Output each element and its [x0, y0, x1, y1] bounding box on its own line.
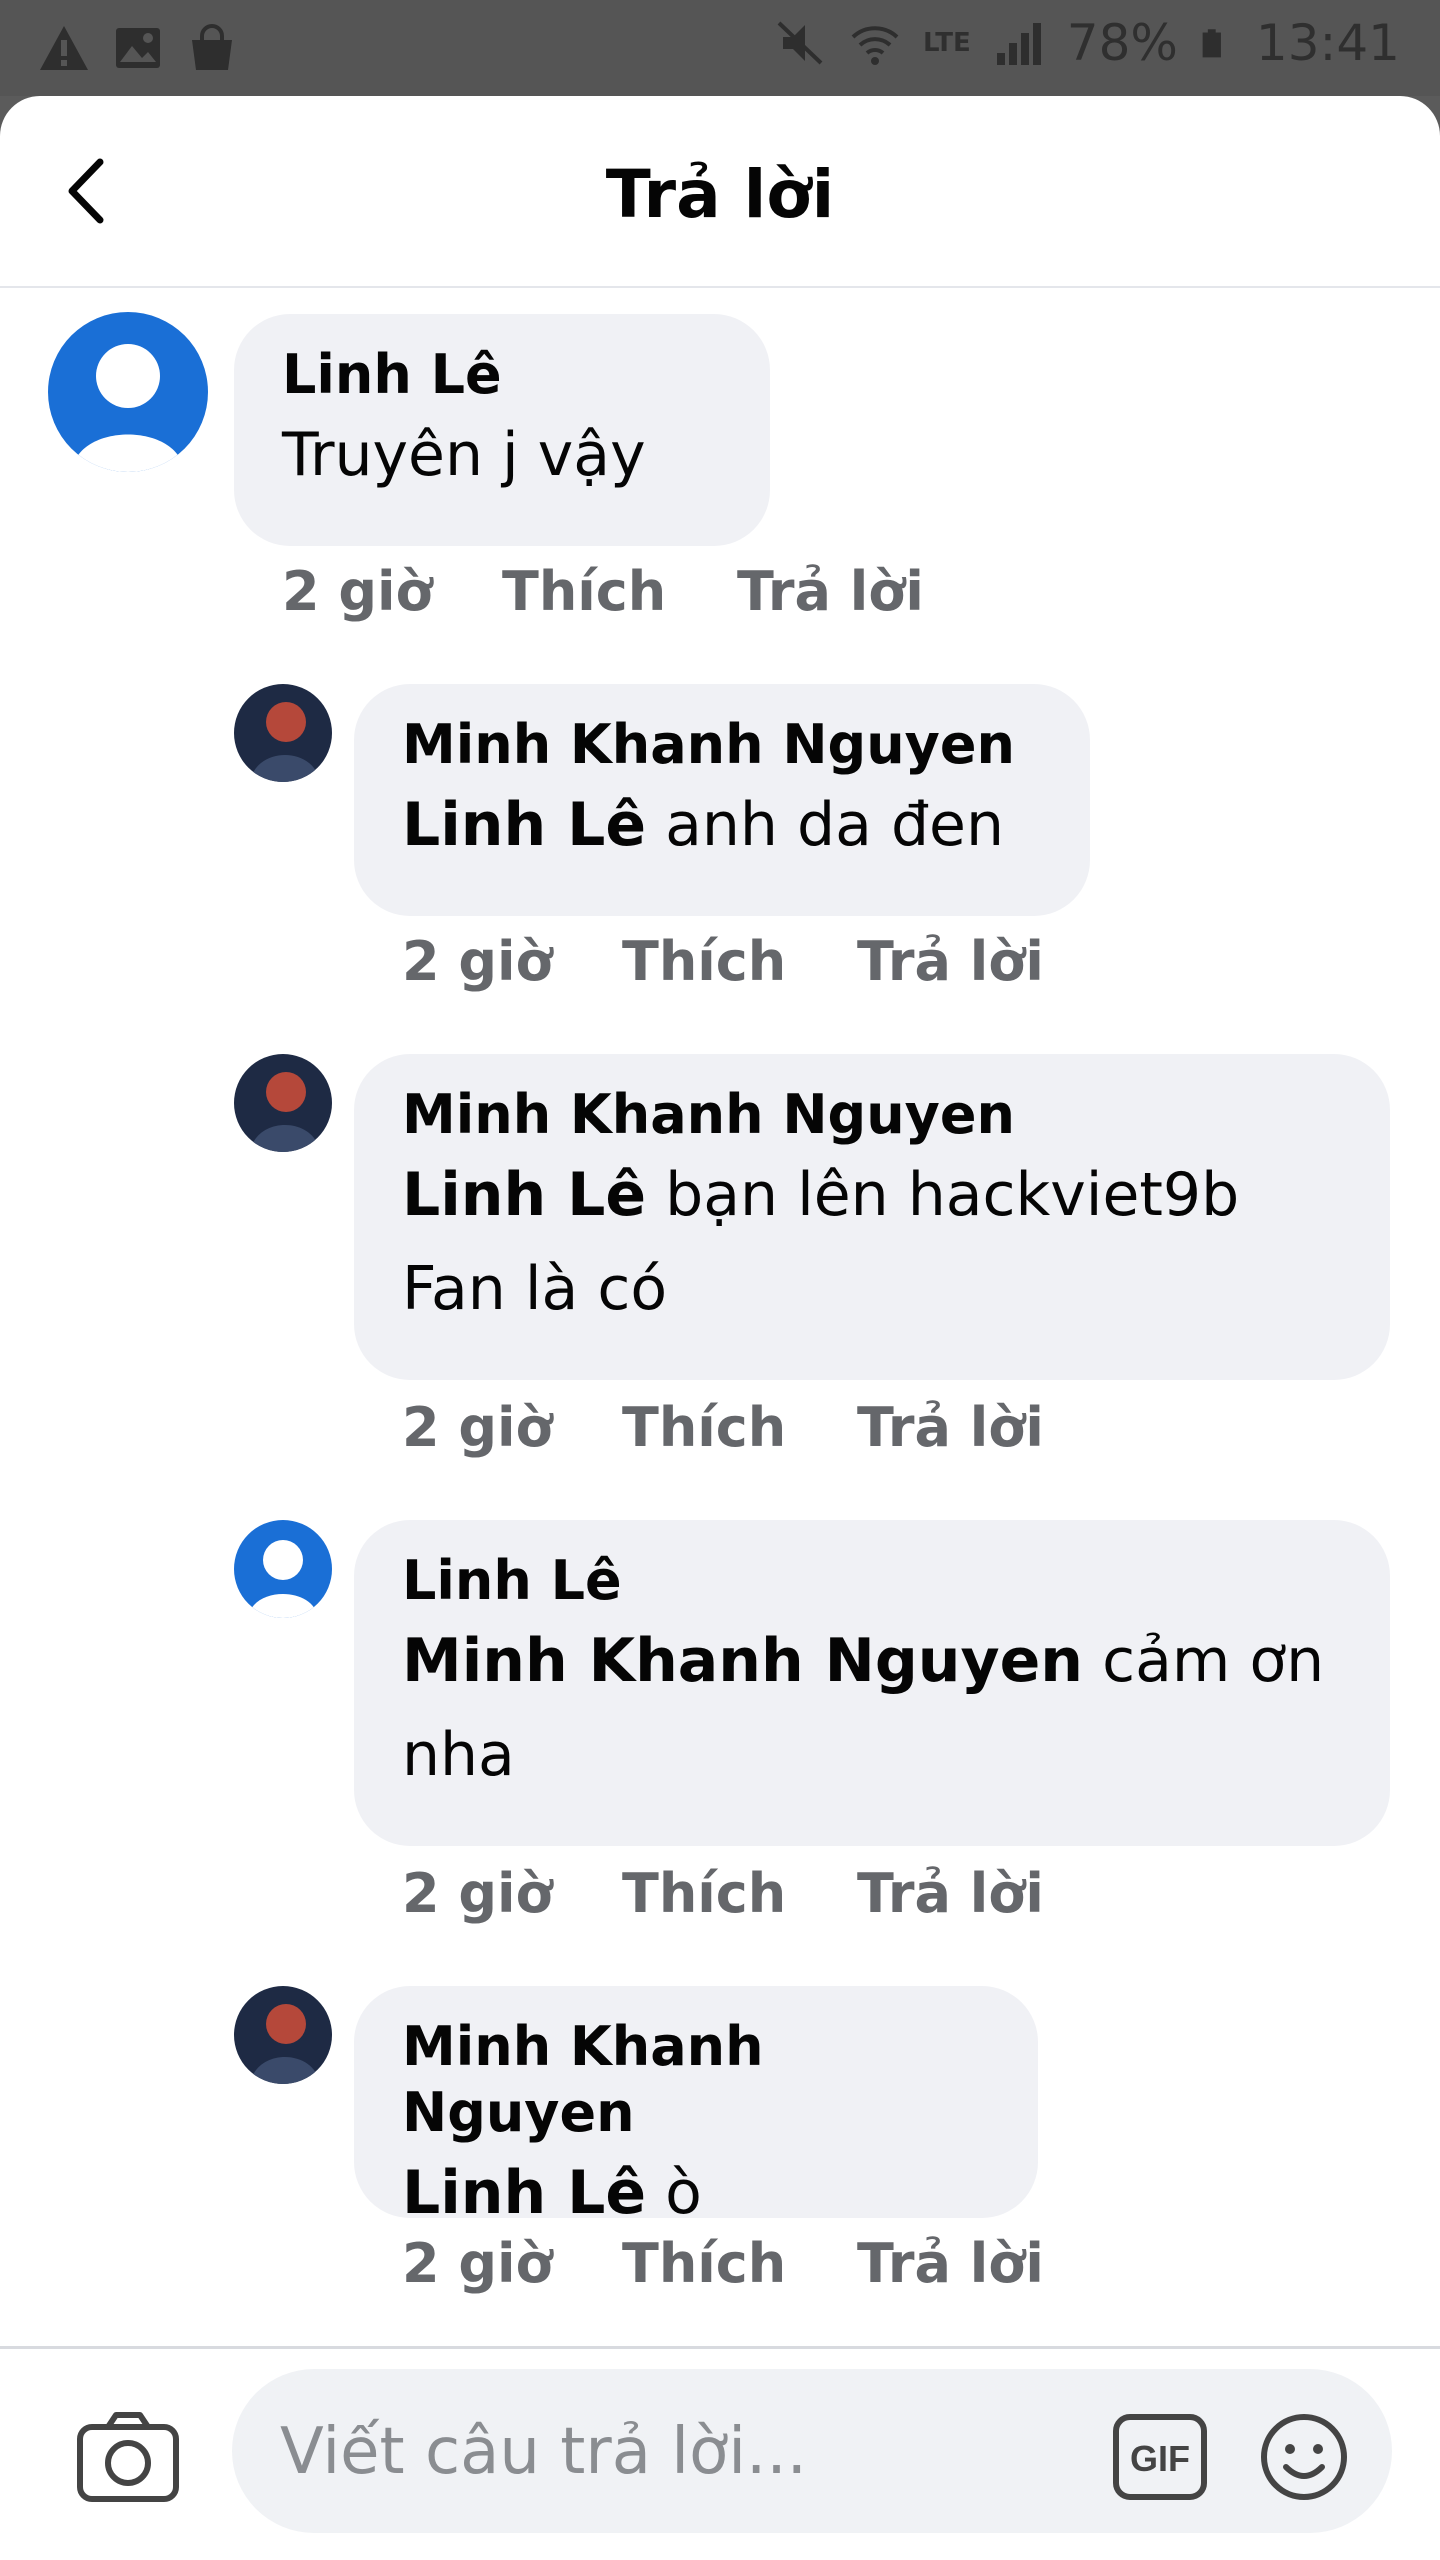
comment-text: anh da đen — [646, 790, 1004, 860]
avatar[interactable] — [234, 684, 332, 782]
wifi-icon — [851, 26, 899, 65]
comment-author[interactable]: Minh Khanh Nguyen — [402, 2014, 990, 2146]
reply-input[interactable]: Viết câu trả lời... GIF — [232, 2369, 1392, 2533]
avatar[interactable] — [234, 1520, 332, 1618]
mention-link[interactable]: Linh Lê — [402, 790, 646, 860]
reply-button[interactable]: Trả lời — [857, 1862, 1044, 1925]
clock: 13:41 — [1255, 14, 1400, 72]
avatar[interactable] — [234, 1054, 332, 1152]
signal-icon — [996, 23, 1041, 65]
comment-bubble: Minh Khanh Nguyen Linh Lê anh da đen — [354, 684, 1090, 916]
comment-bubble: Minh Khanh Nguyen Linh Lê ò — [354, 1986, 1038, 2228]
header: Trả lời — [0, 96, 1440, 288]
comment-time: 2 giờ — [402, 1862, 553, 1925]
comment-actions: 2 giờ Thích Trả lời — [282, 560, 924, 623]
avatar[interactable] — [48, 312, 208, 472]
avatar[interactable] — [234, 1986, 332, 2084]
comment-actions: 2 giờ Thích Trả lời — [402, 2232, 1044, 2295]
comment-text: Truyên j vậy — [282, 420, 646, 490]
like-button[interactable]: Thích — [622, 1396, 857, 1459]
status-bar: LTE 78% 13:41 — [0, 0, 1440, 96]
camera-icon[interactable] — [76, 2409, 180, 2505]
mute-icon — [777, 21, 823, 65]
reply-button[interactable]: Trả lời — [737, 560, 924, 623]
reply-button[interactable]: Trả lời — [857, 2232, 1044, 2295]
comment-bubble: Linh Lê Truyên j vậy — [234, 314, 770, 546]
page-title: Trả lời — [605, 156, 835, 233]
emoji-icon[interactable] — [1258, 2411, 1350, 2503]
comment-actions: 2 giờ Thích Trả lời — [402, 1862, 1044, 1925]
gif-icon[interactable]: GIF — [1112, 2413, 1208, 2501]
reply-button[interactable]: Trả lời — [857, 1396, 1044, 1459]
comment-time: 2 giờ — [402, 930, 553, 993]
warning-icon — [40, 26, 88, 70]
like-button[interactable]: Thích — [622, 2232, 857, 2295]
comment-author[interactable]: Linh Lê — [402, 1548, 1342, 1614]
comment-author[interactable]: Minh Khanh Nguyen — [402, 1082, 1342, 1148]
comment-actions: 2 giờ Thích Trả lời — [402, 930, 1044, 993]
comment-author[interactable]: Minh Khanh Nguyen — [402, 712, 1042, 778]
shopping-bag-icon — [192, 24, 232, 70]
like-button[interactable]: Thích — [622, 930, 857, 993]
like-button[interactable]: Thích — [622, 1862, 857, 1925]
reply-button[interactable]: Trả lời — [857, 930, 1044, 993]
mention-link[interactable]: Linh Lê — [402, 2158, 646, 2228]
comment-time: 2 giờ — [282, 560, 433, 623]
image-icon — [116, 28, 160, 68]
battery-percent: 78% — [1066, 14, 1178, 72]
mention-link[interactable]: Minh Khanh Nguyen — [402, 1626, 1083, 1696]
like-button[interactable]: Thích — [502, 560, 737, 623]
comment-author[interactable]: Linh Lê — [282, 342, 722, 408]
comment-actions: 2 giờ Thích Trả lời — [402, 1396, 1044, 1459]
network-type: LTE — [923, 28, 971, 58]
comment-bubble: Linh Lê Minh Khanh Nguyen cảm ơn nha — [354, 1520, 1390, 1846]
mention-link[interactable]: Linh Lê — [402, 1160, 646, 1230]
comment-bubble: Minh Khanh Nguyen Linh Lê bạn lên hackvi… — [354, 1054, 1390, 1380]
replies-sheet: Trả lời Linh Lê Truyên j vậy 2 giờ Thích… — [0, 96, 1440, 2560]
reply-composer: Viết câu trả lời... GIF — [0, 2346, 1440, 2560]
comment-time: 2 giờ — [402, 2232, 553, 2295]
comment-time: 2 giờ — [402, 1396, 553, 1459]
reply-input-placeholder: Viết câu trả lời... — [280, 2415, 807, 2489]
battery-icon — [1202, 29, 1221, 58]
comment-text: ò — [646, 2158, 702, 2228]
gif-label: GIF — [1130, 2438, 1190, 2479]
